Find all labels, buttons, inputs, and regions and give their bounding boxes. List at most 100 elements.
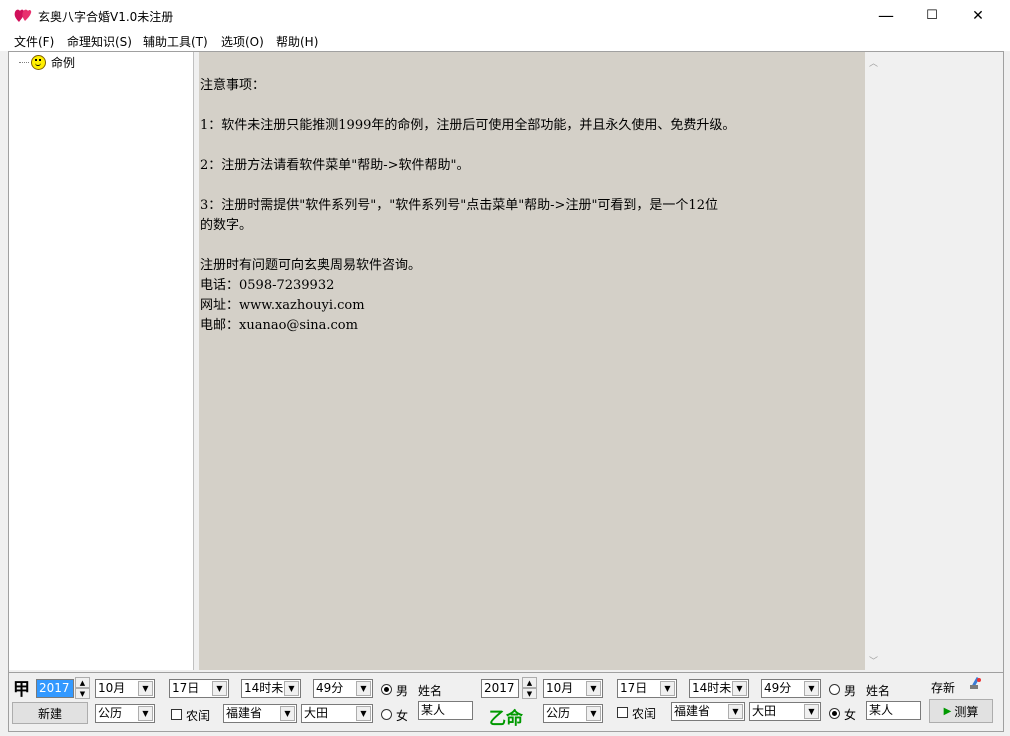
person-a-male-radio[interactable] xyxy=(381,684,392,695)
dropdown-arrow-icon[interactable]: ▼ xyxy=(660,681,675,696)
dropdown-arrow-icon[interactable]: ▼ xyxy=(586,706,601,721)
calculate-button-label: 测算 xyxy=(954,704,979,719)
person-b-month-select[interactable]: 10月 ▼ xyxy=(543,679,603,698)
person-b-city-select[interactable]: 大田 ▼ xyxy=(749,702,821,721)
scroll-up-icon[interactable]: ︿ xyxy=(869,56,878,69)
person-b-province-value: 福建省 xyxy=(674,704,711,718)
person-a-hour-value: 14时未 xyxy=(244,681,284,695)
dropdown-arrow-icon[interactable]: ▼ xyxy=(138,706,153,721)
right-panel xyxy=(882,52,1001,670)
notice-line: 电邮：xuanao@sina.com xyxy=(200,318,358,333)
person-a-day-select[interactable]: 17日 ▼ xyxy=(169,679,229,698)
person-b-year-input[interactable]: 2017 xyxy=(481,679,519,698)
person-b-province-select[interactable]: 福建省 ▼ xyxy=(671,702,745,721)
save-new-label[interactable]: 存新 xyxy=(931,679,955,696)
dropdown-arrow-icon[interactable]: ▼ xyxy=(138,681,153,696)
person-b-female-radio[interactable] xyxy=(829,708,840,719)
person-a-name-input[interactable]: 某人 xyxy=(418,701,473,720)
person-b-minute-select[interactable]: 49分 ▼ xyxy=(761,679,821,698)
person-a-name-label: 姓名 xyxy=(418,684,443,698)
person-a-calendar-select[interactable]: 公历 ▼ xyxy=(95,704,155,723)
person-b-calendar-value: 公历 xyxy=(546,706,571,720)
dropdown-arrow-icon[interactable]: ▼ xyxy=(586,681,601,696)
tree-connector xyxy=(19,62,29,63)
notice-line xyxy=(200,236,735,256)
new-button[interactable]: 新建 xyxy=(12,702,88,724)
menu-options[interactable]: 选项(O) xyxy=(221,33,264,50)
person-a-city-value: 大田 xyxy=(304,706,329,720)
person-a-hour-select[interactable]: 14时未 ▼ xyxy=(241,679,301,698)
person-b-city-value: 大田 xyxy=(752,704,777,718)
scroll-down-icon[interactable]: ﹀ xyxy=(869,654,878,667)
notice-line xyxy=(200,136,735,156)
notice-line: 电话：0598-7239932 xyxy=(200,278,335,293)
vertical-scrollbar[interactable]: ︿ ﹀ xyxy=(865,52,882,670)
notice-line: 网址：www.xazhouyi.com xyxy=(200,298,365,313)
dropdown-arrow-icon[interactable]: ▼ xyxy=(212,681,227,696)
dropdown-arrow-icon[interactable]: ▼ xyxy=(804,704,819,719)
notice-line: 1：软件未注册只能推测1999年的命例，注册后可使用全部功能，并且永久使用、免费… xyxy=(200,118,736,133)
person-b-year-spinner[interactable]: ▲ ▼ xyxy=(522,677,537,699)
menu-tools[interactable]: 辅助工具(T) xyxy=(143,33,208,50)
person-a-province-value: 福建省 xyxy=(226,706,263,720)
person-a-city-select[interactable]: 大田 ▼ xyxy=(301,704,373,723)
person-b-leap-label: 农闰 xyxy=(632,707,657,721)
person-b-female-label: 女 xyxy=(844,708,857,722)
person-b-calendar-select[interactable]: 公历 ▼ xyxy=(543,704,603,723)
person-a-male-label: 男 xyxy=(396,684,409,698)
hearts-app-icon xyxy=(14,9,32,22)
tree-node-cases[interactable]: 命例 xyxy=(19,54,75,71)
notice-line: 注意事项： xyxy=(200,78,266,93)
dropdown-arrow-icon[interactable]: ▼ xyxy=(732,681,747,696)
close-button[interactable]: ✕ xyxy=(955,0,1001,31)
person-a-year-input[interactable]: 2017 xyxy=(36,679,74,698)
calculate-button[interactable]: ▶ 测算 xyxy=(929,699,993,723)
tree-node-label: 命例 xyxy=(51,56,76,70)
menu-fortune-knowledge[interactable]: 命理知识(S) xyxy=(67,33,132,50)
case-tree[interactable]: 命例 xyxy=(9,52,194,670)
spin-up-icon[interactable]: ▲ xyxy=(522,677,537,688)
menu-file[interactable]: 文件(F) xyxy=(14,33,54,50)
dropdown-arrow-icon[interactable]: ▼ xyxy=(284,681,299,696)
person-a-label: 甲 xyxy=(13,680,30,700)
person-b-minute-value: 49分 xyxy=(764,681,792,695)
person-a-minute-value: 49分 xyxy=(316,681,344,695)
person-b-label: 乙命 xyxy=(489,709,523,729)
person-a-leap-checkbox[interactable] xyxy=(171,709,182,720)
maximize-button[interactable]: ☐ xyxy=(909,0,955,31)
dropdown-arrow-icon[interactable]: ▼ xyxy=(280,706,295,721)
notice-line: 的数字。 xyxy=(200,218,253,233)
spin-down-icon[interactable]: ▼ xyxy=(75,688,90,699)
spin-down-icon[interactable]: ▼ xyxy=(522,688,537,699)
notice-line: 3：注册时需提供"软件系列号"，"软件系列号"点击菜单"帮助->注册"可看到，是… xyxy=(200,198,718,213)
dropdown-arrow-icon[interactable]: ▼ xyxy=(804,681,819,696)
person-b-hour-select[interactable]: 14时未 ▼ xyxy=(689,679,749,698)
person-a-minute-select[interactable]: 49分 ▼ xyxy=(313,679,373,698)
minimize-button[interactable]: — xyxy=(863,0,909,31)
person-a-year-spinner[interactable]: ▲ ▼ xyxy=(75,677,90,699)
input-panel: 甲 2017 ▲ ▼ 10月 ▼ 17日 ▼ 14时未 ▼ 49分 ▼ 男 姓名 新建 公… xyxy=(8,672,1004,732)
person-a-calendar-value: 公历 xyxy=(98,706,123,720)
save-tool-icon[interactable] xyxy=(967,676,983,692)
person-a-month-select[interactable]: 10月 ▼ xyxy=(95,679,155,698)
person-b-male-radio[interactable] xyxy=(829,684,840,695)
person-a-province-select[interactable]: 福建省 ▼ xyxy=(223,704,297,723)
person-b-male-label: 男 xyxy=(844,684,857,698)
person-b-name-input[interactable]: 某人 xyxy=(866,701,921,720)
dropdown-arrow-icon[interactable]: ▼ xyxy=(356,706,371,721)
notice-line: 注册时有问题可向玄奥周易软件咨询。 xyxy=(200,258,422,273)
smiley-icon xyxy=(31,55,46,70)
dropdown-arrow-icon[interactable]: ▼ xyxy=(728,704,743,719)
person-a-month-value: 10月 xyxy=(98,681,126,695)
person-b-name-label: 姓名 xyxy=(866,684,891,698)
person-b-leap-checkbox[interactable] xyxy=(617,707,628,718)
notice-line: 2：注册方法请看软件菜单"帮助->软件帮助"。 xyxy=(200,158,470,173)
play-icon: ▶ xyxy=(943,705,952,717)
person-b-month-value: 10月 xyxy=(546,681,574,695)
spin-up-icon[interactable]: ▲ xyxy=(75,677,90,688)
menu-help[interactable]: 帮助(H) xyxy=(276,33,318,50)
notice-line xyxy=(200,176,735,196)
dropdown-arrow-icon[interactable]: ▼ xyxy=(356,681,371,696)
person-b-day-select[interactable]: 17日 ▼ xyxy=(617,679,677,698)
person-a-female-radio[interactable] xyxy=(381,709,392,720)
